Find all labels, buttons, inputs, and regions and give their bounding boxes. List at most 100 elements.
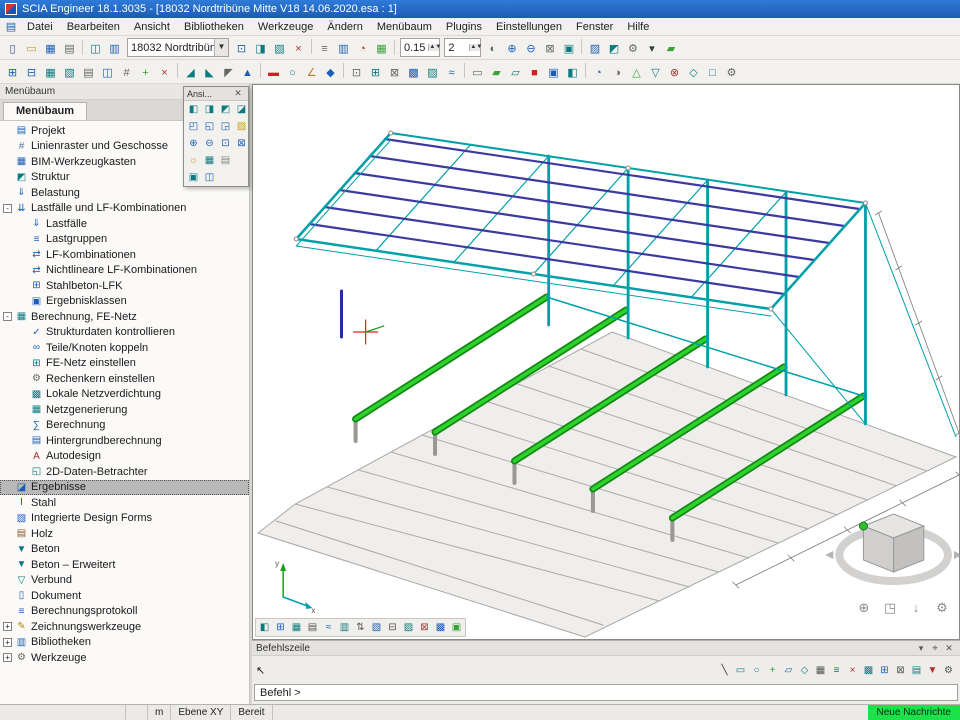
tree-expander[interactable] [18, 467, 27, 476]
tree-expander[interactable] [3, 157, 12, 166]
viewport-tool-icon[interactable]: ▥ [337, 620, 352, 635]
toolbar-icon[interactable]: ▧ [270, 39, 289, 57]
tree-expander[interactable] [18, 297, 27, 306]
print-icon[interactable]: ▤ [60, 39, 79, 57]
status-plane[interactable]: Ebene XY [171, 705, 231, 720]
tree-item[interactable]: A Autodesign [0, 449, 249, 465]
tree-expander[interactable] [3, 591, 12, 600]
toolbar-icon[interactable]: ◆ [321, 63, 340, 81]
toolbar-icon[interactable]: ■ [525, 63, 544, 81]
tree-item[interactable]: ▽ Verbund [0, 573, 249, 589]
viewport-tool-icon[interactable]: ▨ [401, 620, 416, 635]
toolbar-icon[interactable]: ◫ [98, 63, 117, 81]
tree-item[interactable]: - ⇊ Lastfälle und LF-Kombinationen [0, 201, 249, 217]
viewport-tool-icon[interactable]: ⇅ [353, 620, 368, 635]
toolbar-icon[interactable]: ◤ [219, 63, 238, 81]
toolbar-icon[interactable] [343, 63, 344, 78]
toolbar-icon[interactable]: ⊠ [385, 63, 404, 81]
tree-item[interactable]: ◪ Ergebnisse [0, 480, 249, 496]
toolbar-icon[interactable] [581, 39, 582, 54]
count-stepper[interactable]: 2 ▲▼ [444, 38, 481, 57]
close-icon[interactable]: ✕ [942, 643, 956, 654]
tree-item[interactable]: ▧ Integrierte Design Forms [0, 511, 249, 527]
toolbar-icon[interactable]: ⊞ [366, 63, 385, 81]
tree-item[interactable]: ∞ Teile/Knoten koppeln [0, 340, 249, 356]
tree-item[interactable]: Ⅰ Stahl [0, 495, 249, 511]
selection-tool-icon[interactable]: × [845, 663, 860, 678]
viewport-nav-icon[interactable]: ⊕ [855, 599, 873, 617]
tree-expander[interactable] [18, 436, 27, 445]
toolbar-icon[interactable]: ▣ [544, 63, 563, 81]
tree-item[interactable]: ⇄ Nichtlineare LF-Kombinationen [0, 263, 249, 279]
toolbar-icon[interactable]: ◨ [251, 39, 270, 57]
toolbar-icon[interactable]: ◫ [86, 39, 105, 57]
tree-expander[interactable] [18, 452, 27, 461]
toolbar-icon[interactable]: ▱ [506, 63, 525, 81]
toolbar-icon[interactable]: ▰ [487, 63, 506, 81]
selection-tool-icon[interactable]: ▱ [781, 663, 796, 678]
viewport-tool-icon[interactable]: ⊠ [417, 620, 432, 635]
tree-expander[interactable]: + [3, 638, 12, 647]
toolbar-icon[interactable]: ▥ [105, 39, 124, 57]
tree-expander[interactable]: + [3, 653, 12, 662]
toolbar-icon[interactable]: × [155, 63, 174, 81]
view-tool-icon[interactable]: ◲ [218, 119, 233, 134]
tree-expander[interactable] [18, 421, 27, 430]
tree-item[interactable]: ▯ Dokument [0, 588, 249, 604]
menu-item[interactable]: Ansicht [127, 20, 177, 34]
tree-expander[interactable] [18, 359, 27, 368]
tree-expander[interactable] [18, 343, 27, 352]
tree-expander[interactable] [3, 607, 12, 616]
menu-item[interactable]: Einstellungen [489, 20, 569, 34]
toolbar-icon[interactable]: + [136, 63, 155, 81]
menu-item[interactable]: Menübaum [370, 20, 439, 34]
tree-item[interactable]: ⊞ Stahlbeton-LFK [0, 278, 249, 294]
view-tool-icon[interactable]: ◧ [186, 102, 201, 117]
toolbar-icon[interactable]: ▨ [423, 63, 442, 81]
toolbar-icon[interactable]: ⚙ [623, 39, 642, 57]
toolbar-icon[interactable]: ⚙ [722, 63, 741, 81]
selection-tool-icon[interactable]: ▩ [861, 663, 876, 678]
menu-item[interactable]: Datei [20, 20, 60, 34]
status-icon-segment[interactable] [126, 705, 148, 720]
zoom-tool-icon[interactable]: ⊖ [202, 136, 217, 151]
command-input[interactable]: Befehl > [254, 684, 958, 701]
open-file-icon[interactable]: ▭ [22, 39, 41, 57]
selection-tool-icon[interactable]: ⚙ [941, 663, 956, 678]
selection-tool-icon[interactable]: ▭ [733, 663, 748, 678]
chevron-down-icon[interactable]: ▼ [214, 39, 228, 56]
zoom-tool-icon[interactable]: ⊠ [234, 136, 249, 151]
tree-expander[interactable] [18, 250, 27, 259]
tree-item[interactable]: ▣ Ergebnisklassen [0, 294, 249, 310]
chevron-down-icon[interactable]: ▾ [914, 643, 928, 654]
tree-expander[interactable] [3, 173, 12, 182]
tree-expander[interactable] [3, 142, 12, 151]
menu-item[interactable]: Werkzeuge [251, 20, 320, 34]
tree-item[interactable]: ▤ Hintergrundberechnung [0, 433, 249, 449]
toolbar-icon[interactable]: ⊞ [3, 63, 22, 81]
project-dropdown[interactable]: 18032 Nordtribüne ▼ [127, 38, 229, 57]
toolbar-icon[interactable]: ○ [283, 63, 302, 81]
toolbar-icon[interactable] [585, 63, 586, 78]
toolbar-icon[interactable]: □ [703, 63, 722, 81]
tree-expander[interactable] [3, 483, 12, 492]
viewport-tool-icon[interactable]: ▣ [449, 620, 464, 635]
render-tool-icon[interactable]: ▤ [218, 153, 233, 168]
tree-expander[interactable]: - [3, 312, 12, 321]
toolbar-icon[interactable]: ⊕ [502, 39, 521, 57]
new-messages-badge[interactable]: Neue Nachrichte [868, 705, 960, 720]
viewport-tool-icon[interactable]: ◧ [257, 620, 272, 635]
view-tool-icon[interactable]: ◩ [218, 102, 233, 117]
tree-expander[interactable] [18, 374, 27, 383]
tree-expander[interactable] [18, 235, 27, 244]
toolbar-icon[interactable]: ◩ [604, 39, 623, 57]
tree-item[interactable]: ◱ 2D-Daten-Betrachter [0, 464, 249, 480]
tree-item[interactable]: ∑ Berechnung [0, 418, 249, 434]
toolbar-icon[interactable] [260, 63, 261, 78]
status-unit[interactable]: m [148, 705, 171, 720]
toolbar-icon[interactable]: ⊟ [22, 63, 41, 81]
selection-tool-icon[interactable]: ▤ [909, 663, 924, 678]
toolbar-icon[interactable]: ▨ [585, 39, 604, 57]
menu-item[interactable]: Plugins [439, 20, 489, 34]
menu-item[interactable]: Ändern [320, 20, 369, 34]
